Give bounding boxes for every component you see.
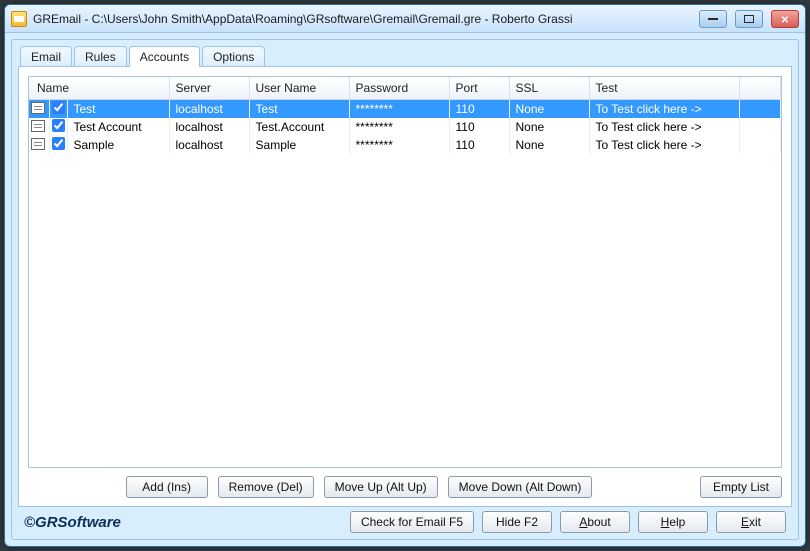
cell-password: ******** bbox=[349, 118, 449, 136]
table-buttons: Add (Ins) Remove (Del) Move Up (Alt Up) … bbox=[28, 468, 782, 500]
col-user[interactable]: User Name bbox=[249, 77, 349, 100]
col-spacer bbox=[739, 77, 780, 100]
row-checkbox-cell bbox=[49, 118, 67, 136]
col-name[interactable]: Name bbox=[29, 77, 169, 100]
exit-button[interactable]: Exit bbox=[716, 511, 786, 533]
table-row[interactable]: TestlocalhostTest********110NoneTo Test … bbox=[29, 100, 781, 119]
cell-test[interactable]: To Test click here -> bbox=[589, 118, 739, 136]
cell-password: ******** bbox=[349, 136, 449, 154]
cell-test[interactable]: To Test click here -> bbox=[589, 136, 739, 154]
row-type-icon bbox=[29, 100, 49, 119]
minimize-button[interactable] bbox=[699, 10, 727, 28]
table-body: TestlocalhostTest********110NoneTo Test … bbox=[29, 100, 781, 155]
app-window: GREmail - C:\Users\John Smith\AppData\Ro… bbox=[4, 4, 806, 547]
tab-accounts[interactable]: Accounts bbox=[129, 46, 200, 67]
remove-button[interactable]: Remove (Del) bbox=[218, 476, 314, 498]
help-label: elp bbox=[669, 515, 685, 529]
cell-test[interactable]: To Test click here -> bbox=[589, 100, 739, 119]
help-button[interactable]: Help bbox=[638, 511, 708, 533]
add-button[interactable]: Add (Ins) bbox=[126, 476, 208, 498]
cell-user: Test.Account bbox=[249, 118, 349, 136]
maximize-button[interactable] bbox=[735, 10, 763, 28]
cell-user: Sample bbox=[249, 136, 349, 154]
about-label: bout bbox=[587, 515, 610, 529]
col-server[interactable]: Server bbox=[169, 77, 249, 100]
empty-list-button[interactable]: Empty List bbox=[700, 476, 782, 498]
cell-spacer bbox=[739, 136, 780, 154]
row-type-icon bbox=[29, 118, 49, 136]
cell-spacer bbox=[739, 118, 780, 136]
window-title: GREmail - C:\Users\John Smith\AppData\Ro… bbox=[33, 12, 691, 26]
cell-server: localhost bbox=[169, 118, 249, 136]
accounts-table: Name Server User Name Password Port SSL … bbox=[28, 76, 782, 468]
cell-name: Test Account bbox=[67, 118, 169, 136]
row-checkbox-cell bbox=[49, 100, 67, 119]
cell-name: Sample bbox=[67, 136, 169, 154]
hide-button[interactable]: Hide F2 bbox=[482, 511, 552, 533]
cell-user: Test bbox=[249, 100, 349, 119]
cell-name: Test bbox=[67, 100, 169, 119]
close-button[interactable] bbox=[771, 10, 799, 28]
col-test[interactable]: Test bbox=[589, 77, 739, 100]
cell-port: 110 bbox=[449, 100, 509, 119]
cell-server: localhost bbox=[169, 100, 249, 119]
about-button[interactable]: About bbox=[560, 511, 630, 533]
tab-rules[interactable]: Rules bbox=[74, 46, 127, 67]
row-checkbox-cell bbox=[49, 136, 67, 154]
row-type-icon bbox=[29, 136, 49, 154]
col-password[interactable]: Password bbox=[349, 77, 449, 100]
tab-options[interactable]: Options bbox=[202, 46, 265, 67]
cell-port: 110 bbox=[449, 136, 509, 154]
cell-server: localhost bbox=[169, 136, 249, 154]
row-checkbox[interactable] bbox=[52, 119, 65, 132]
cell-password: ******** bbox=[349, 100, 449, 119]
footer: ©GRSoftware Check for Email F5 Hide F2 A… bbox=[18, 507, 792, 535]
row-checkbox[interactable] bbox=[52, 137, 65, 150]
col-port[interactable]: Port bbox=[449, 77, 509, 100]
move-up-button[interactable]: Move Up (Alt Up) bbox=[324, 476, 438, 498]
col-ssl[interactable]: SSL bbox=[509, 77, 589, 100]
cell-ssl: None bbox=[509, 118, 589, 136]
move-down-button[interactable]: Move Down (Alt Down) bbox=[448, 476, 593, 498]
cell-ssl: None bbox=[509, 100, 589, 119]
exit-label: xit bbox=[749, 515, 761, 529]
table-header-row: Name Server User Name Password Port SSL … bbox=[29, 77, 781, 100]
row-checkbox[interactable] bbox=[52, 101, 65, 114]
app-icon bbox=[11, 11, 27, 27]
client-area: Email Rules Accounts Options Name Server bbox=[11, 39, 799, 540]
tab-email[interactable]: Email bbox=[20, 46, 72, 67]
tabstrip: Email Rules Accounts Options bbox=[18, 46, 792, 67]
table-row[interactable]: Test AccountlocalhostTest.Account*******… bbox=[29, 118, 781, 136]
cell-spacer bbox=[739, 100, 780, 119]
brand-label: ©GRSoftware bbox=[24, 514, 121, 531]
check-email-button[interactable]: Check for Email F5 bbox=[350, 511, 474, 533]
table-row[interactable]: SamplelocalhostSample********110NoneTo T… bbox=[29, 136, 781, 154]
cell-ssl: None bbox=[509, 136, 589, 154]
tabpage-accounts: Name Server User Name Password Port SSL … bbox=[18, 66, 792, 507]
titlebar: GREmail - C:\Users\John Smith\AppData\Ro… bbox=[5, 5, 805, 33]
cell-port: 110 bbox=[449, 118, 509, 136]
